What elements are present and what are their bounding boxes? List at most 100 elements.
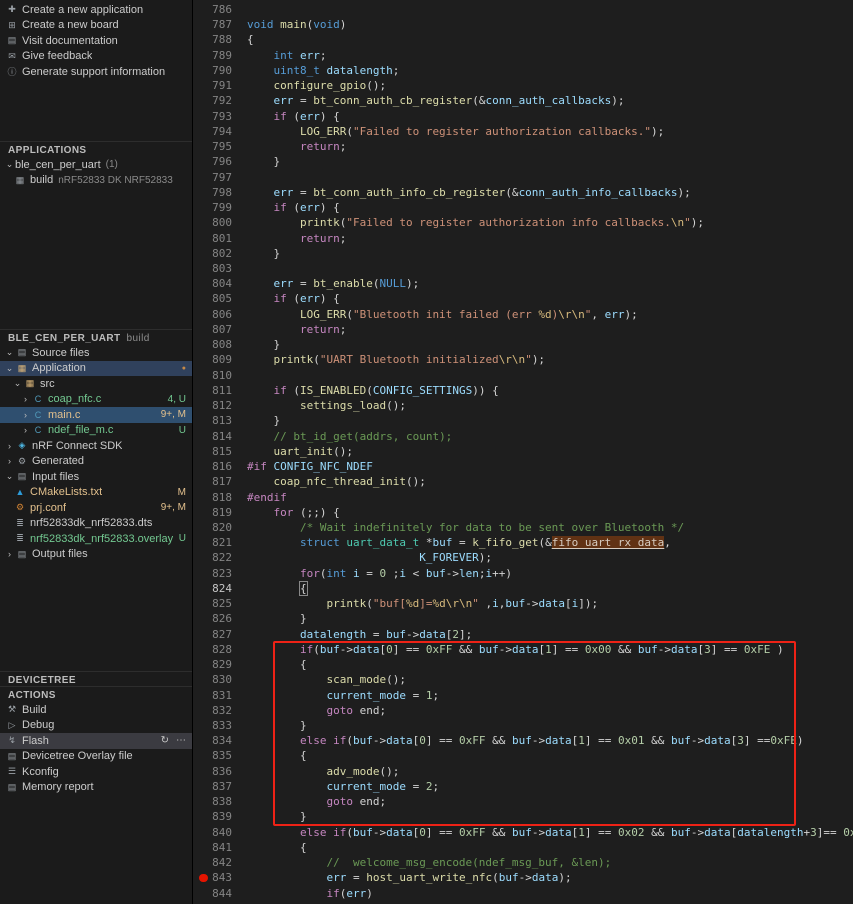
code-line-813[interactable]: 813 }	[194, 413, 853, 428]
line-number[interactable]: 825	[194, 596, 244, 611]
line-number[interactable]: 819	[194, 505, 244, 520]
code-line-789[interactable]: 789 int err;	[194, 48, 853, 63]
line-number[interactable]: 835	[194, 748, 244, 763]
line-number[interactable]: 826	[194, 611, 244, 626]
line-number[interactable]: 829	[194, 657, 244, 672]
line-number[interactable]: 810	[194, 368, 244, 383]
code-line-827[interactable]: 827 datalength = buf->data[2];	[194, 627, 853, 642]
build-panel-header[interactable]: BLE_CEN_PER_UART build	[0, 329, 192, 345]
line-number[interactable]: 841	[194, 840, 244, 855]
code-line-798[interactable]: 798 err = bt_conn_auth_info_cb_register(…	[194, 185, 853, 200]
chevron-down-icon[interactable]: ⌄	[13, 378, 22, 389]
code-line-787[interactable]: 787 void main(void)	[194, 17, 853, 32]
tree-item-generated[interactable]: › ⚙ Generated	[0, 454, 192, 470]
code-line-828[interactable]: 828 if(buf->data[0] == 0xFF && buf->data…	[194, 642, 853, 657]
line-number[interactable]: 833	[194, 718, 244, 733]
code-line-832[interactable]: 832 goto end;	[194, 703, 853, 718]
erase-flash-icon[interactable]: ↻	[161, 735, 169, 746]
chevron-right-icon[interactable]: ›	[21, 394, 30, 404]
applications-section-header[interactable]: APPLICATIONS	[0, 141, 192, 157]
code-line-799[interactable]: 799 if (err) {	[194, 200, 853, 215]
chevron-right-icon[interactable]: ›	[5, 549, 14, 559]
line-number[interactable]: 821	[194, 535, 244, 550]
code-line-835[interactable]: 835 {	[194, 748, 853, 763]
line-number[interactable]: 786	[194, 2, 244, 17]
line-number[interactable]: 813	[194, 413, 244, 428]
tree-item-output-files[interactable]: › ▤ Output files	[0, 547, 192, 563]
code-line-801[interactable]: 801 return;	[194, 231, 853, 246]
breakpoint-dot[interactable]	[199, 873, 208, 883]
action-debug[interactable]: ▷ Debug	[0, 718, 192, 734]
welcome-link-create-a-new-board[interactable]: ⊞ Create a new board	[0, 18, 192, 34]
code-line-807[interactable]: 807 return;	[194, 322, 853, 337]
code-line-806[interactable]: 806 LOG_ERR("Bluetooth init failed (err …	[194, 307, 853, 322]
chevron-down-icon[interactable]: ⌄	[5, 159, 14, 170]
tree-item-application[interactable]: ⌄ ▦ Application ●	[0, 360, 192, 376]
chevron-right-icon[interactable]: ›	[5, 456, 14, 466]
code-line-808[interactable]: 808 }	[194, 337, 853, 352]
code-line-811[interactable]: 811 if (IS_ENABLED(CONFIG_SETTINGS)) {	[194, 383, 853, 398]
code-line-791[interactable]: 791 configure_gpio();	[194, 78, 853, 93]
tree-item-src[interactable]: ⌄ ▦ src	[0, 376, 192, 392]
line-number[interactable]: 802	[194, 246, 244, 261]
code-line-817[interactable]: 817 coap_nfc_thread_init();	[194, 474, 853, 489]
code-line-804[interactable]: 804 err = bt_enable(NULL);	[194, 276, 853, 291]
code-line-839[interactable]: 839 }	[194, 809, 853, 824]
tree-item-coap-nfc-c[interactable]: › Ccoap_nfc.c 4, U	[0, 392, 192, 408]
line-number[interactable]: 801	[194, 231, 244, 246]
line-number[interactable]: 803	[194, 261, 244, 276]
line-number[interactable]: 799	[194, 200, 244, 215]
line-number[interactable]: 830	[194, 672, 244, 687]
line-number[interactable]: 823	[194, 566, 244, 581]
line-number[interactable]: 816	[194, 459, 244, 474]
code-line-821[interactable]: 821 struct uart_data_t *buf = k_fifo_get…	[194, 535, 853, 550]
line-number[interactable]: 838	[194, 794, 244, 809]
code-line-841[interactable]: 841 {	[194, 840, 853, 855]
code-line-826[interactable]: 826 }	[194, 611, 853, 626]
chevron-right-icon[interactable]: ›	[5, 441, 14, 451]
code-line-836[interactable]: 836 adv_mode();	[194, 764, 853, 779]
line-number[interactable]: 837	[194, 779, 244, 794]
code-line-844[interactable]: 844 if(err)	[194, 886, 853, 901]
code-line-843[interactable]: 843 err = host_uart_write_nfc(buf->data)…	[194, 870, 853, 885]
code-line-823[interactable]: 823 for(int i = 0 ;i < buf->len;i++)	[194, 566, 853, 581]
code-line-803[interactable]: 803	[194, 261, 853, 276]
code-line-792[interactable]: 792 err = bt_conn_auth_cb_register(&conn…	[194, 93, 853, 108]
code-line-786[interactable]: 786	[194, 2, 853, 17]
line-number[interactable]: 824	[194, 581, 244, 596]
line-number[interactable]: 834	[194, 733, 244, 748]
line-number[interactable]: 805	[194, 291, 244, 306]
code-line-822[interactable]: 822 K_FOREVER);	[194, 550, 853, 565]
line-number[interactable]: 788	[194, 32, 244, 47]
tree-item-cmakelists-txt[interactable]: ▲ CMakeLists.txt M	[0, 485, 192, 501]
code-line-815[interactable]: 815 uart_init();	[194, 444, 853, 459]
line-number[interactable]: 808	[194, 337, 244, 352]
chevron-down-icon[interactable]: ⌄	[5, 363, 14, 374]
code-line-812[interactable]: 812 settings_load();	[194, 398, 853, 413]
more-actions-icon[interactable]: ⋯	[176, 735, 186, 746]
actions-section-header[interactable]: ACTIONS	[0, 686, 192, 702]
line-number[interactable]: 844	[194, 886, 244, 901]
welcome-link-create-a-new-application[interactable]: ✚ Create a new application	[0, 2, 192, 18]
tree-item-nrf52833dk-nrf52833-dts[interactable]: ≣ nrf52833dk_nrf52833.dts	[0, 516, 192, 532]
code-line-788[interactable]: 788 {	[194, 32, 853, 47]
line-number[interactable]: 827	[194, 627, 244, 642]
tree-item-main-c[interactable]: › Cmain.c 9+, M	[0, 407, 192, 423]
code-line-814[interactable]: 814 // bt_id_get(addrs, count);	[194, 429, 853, 444]
code-line-824[interactable]: 824 {	[194, 580, 853, 596]
code-line-797[interactable]: 797	[194, 170, 853, 185]
line-number[interactable]: 814	[194, 429, 244, 444]
line-number[interactable]: 817	[194, 474, 244, 489]
line-number[interactable]: 843	[194, 870, 244, 885]
code-line-800[interactable]: 800 printk("Failed to register authoriza…	[194, 215, 853, 230]
tree-item-source-files[interactable]: ⌄ ▤ Source files	[0, 345, 192, 361]
line-number[interactable]: 832	[194, 703, 244, 718]
code-line-805[interactable]: 805 if (err) {	[194, 291, 853, 306]
code-line-830[interactable]: 830 scan_mode();	[194, 672, 853, 687]
tree-item-input-files[interactable]: ⌄ ▤ Input files	[0, 469, 192, 485]
code-line-819[interactable]: 819 for (;;) {	[194, 505, 853, 520]
line-number[interactable]: 787	[194, 17, 244, 32]
action-kconfig[interactable]: ☰ Kconfig	[0, 764, 192, 780]
line-number[interactable]: 811	[194, 383, 244, 398]
line-number[interactable]: 789	[194, 48, 244, 63]
